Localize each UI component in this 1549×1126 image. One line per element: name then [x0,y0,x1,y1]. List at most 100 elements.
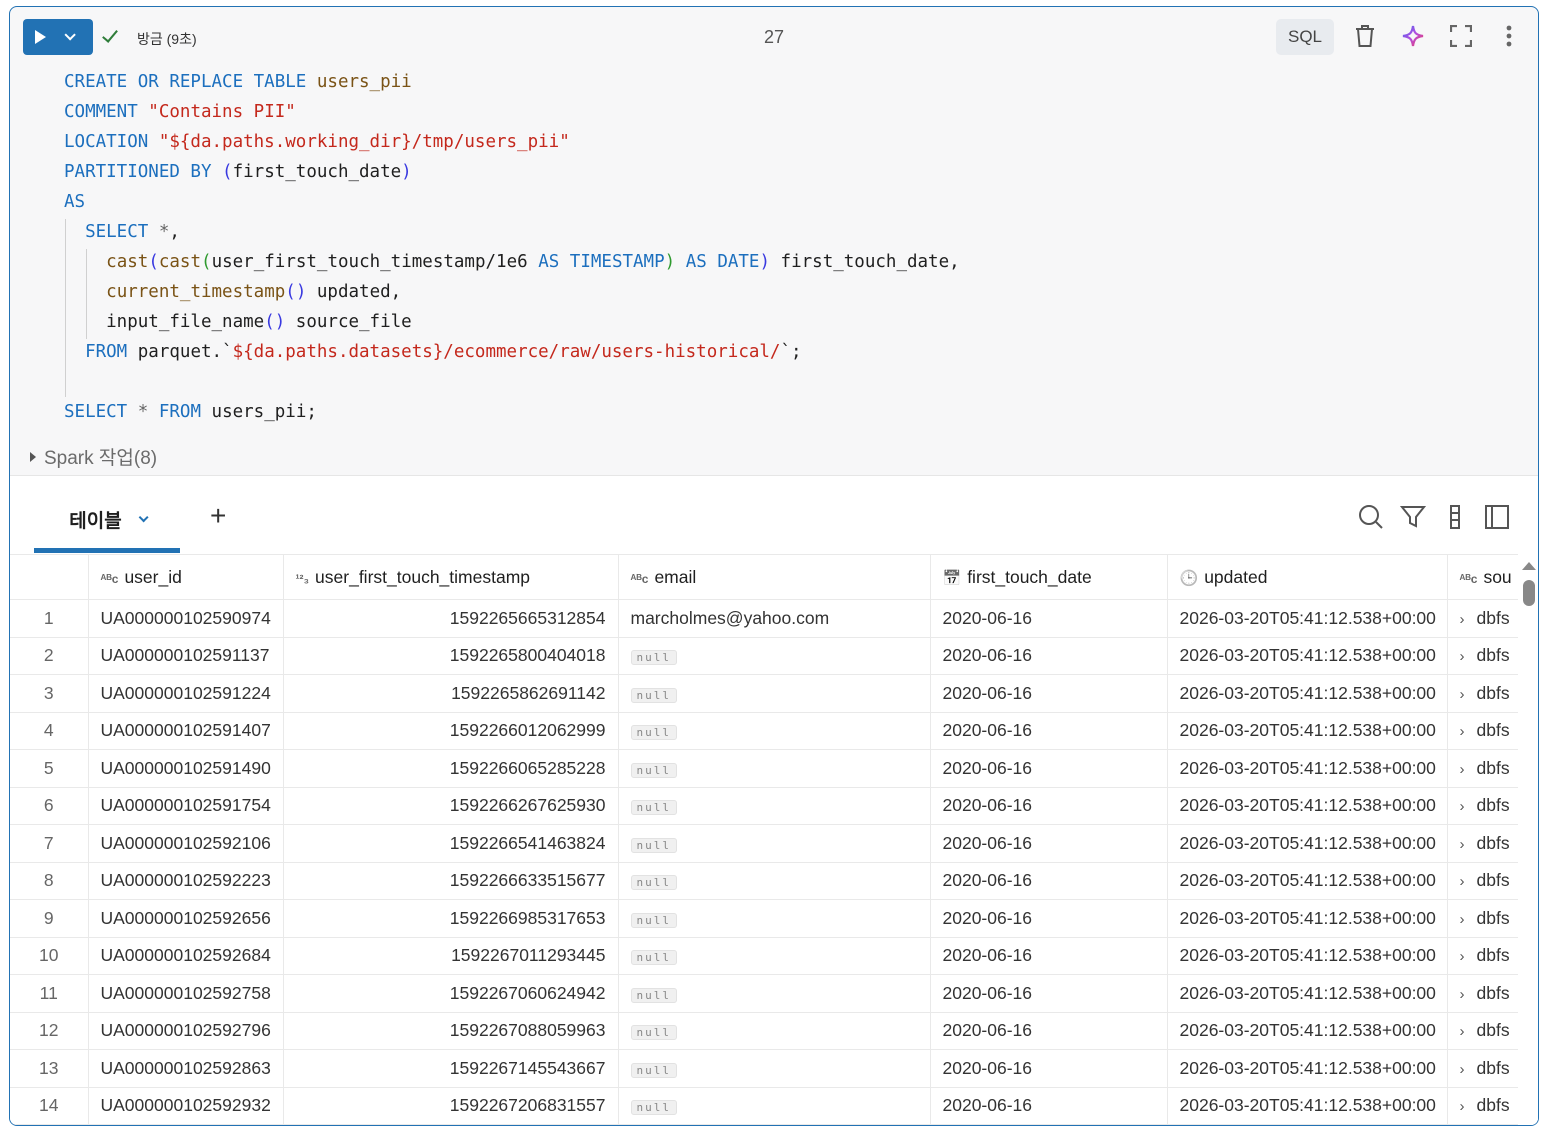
updated-cell[interactable]: 2026-03-20T05:41:12.538+00:00 [1167,899,1448,938]
first-touch-date-cell[interactable]: 2020-06-16 [930,599,1168,638]
expand-chevron-icon[interactable]: › [1460,1023,1465,1040]
chevron-down-icon[interactable] [138,511,149,522]
first-touch-date-cell[interactable]: 2020-06-16 [930,787,1168,825]
row-index[interactable]: 9 [10,899,89,938]
user-id-cell[interactable]: UA000000102591224 [88,674,284,713]
table-row[interactable]: 4 UA000000102591407 1592266012062999 null 20… [10,712,1521,750]
first-touch-date-cell[interactable]: 2020-06-16 [930,637,1168,675]
table-row[interactable]: 14 UA000000102592932 1592267206831557 null 2… [10,1087,1521,1125]
updated-cell[interactable]: 2026-03-20T05:41:12.538+00:00 [1167,599,1448,638]
user-id-cell[interactable]: UA000000102591137 [88,637,284,675]
first-touch-date-cell[interactable]: 2020-06-16 [930,937,1168,975]
email-cell[interactable]: null [618,1012,931,1050]
table-row[interactable]: 3 UA000000102591224 1592265862691142 null 20… [10,674,1521,713]
table-row[interactable]: 12 UA000000102592796 1592267088059963 null 2… [10,1012,1521,1050]
table-row[interactable]: 5 UA000000102591490 1592266065285228 null 20… [10,749,1521,788]
updated-cell[interactable]: 2026-03-20T05:41:12.538+00:00 [1167,674,1448,713]
email-cell[interactable]: null [618,899,931,938]
row-index[interactable]: 6 [10,787,89,825]
spark-jobs-toggle[interactable]: Spark 작업(8) [30,443,157,470]
source-file-cell[interactable]: › dbfs [1447,1012,1521,1050]
filter-icon[interactable] [1400,504,1426,530]
first-touch-date-cell[interactable]: 2020-06-16 [930,824,1168,863]
source-file-cell[interactable]: › dbfs [1447,937,1521,975]
column-header-user_id[interactable]: ᴬᴮc user_id [88,554,284,600]
table-row[interactable]: 2 UA000000102591137 1592265800404018 null 20… [10,637,1521,675]
updated-cell[interactable]: 2026-03-20T05:41:12.538+00:00 [1167,712,1448,750]
source-file-cell[interactable]: › dbfs [1447,712,1521,750]
email-cell[interactable]: null [618,824,931,863]
email-cell[interactable]: null [618,749,931,788]
expand-chevron-icon[interactable]: › [1460,761,1465,778]
chevron-down-icon[interactable] [64,29,76,41]
column-header-email[interactable]: ᴬᴮc email [618,554,931,600]
updated-cell[interactable]: 2026-03-20T05:41:12.538+00:00 [1167,1012,1448,1050]
updated-cell[interactable]: 2026-03-20T05:41:12.538+00:00 [1167,974,1448,1013]
user-id-cell[interactable]: UA000000102592932 [88,1087,284,1125]
scroll-up-icon[interactable] [1522,562,1536,570]
expand-chevron-icon[interactable]: › [1460,611,1465,628]
expand-chevron-icon[interactable]: › [1460,798,1465,815]
expand-chevron-icon[interactable]: › [1460,873,1465,890]
source-file-cell[interactable]: › dbfs [1447,862,1521,900]
trash-icon[interactable] [1352,23,1378,49]
updated-cell[interactable]: 2026-03-20T05:41:12.538+00:00 [1167,1049,1448,1088]
source-file-cell[interactable]: › dbfs [1447,899,1521,938]
timestamp-cell[interactable]: 1592265665312854 [283,599,619,638]
source-file-cell[interactable]: › dbfs [1447,674,1521,713]
more-options-icon[interactable] [1496,23,1522,49]
user-id-cell[interactable]: UA000000102592684 [88,937,284,975]
expand-chevron-icon[interactable]: › [1460,686,1465,703]
table-row[interactable]: 6 UA000000102591754 1592266267625930 null 20… [10,787,1521,825]
tab-table[interactable]: 테이블 [34,486,180,552]
columns-icon[interactable] [1442,504,1468,530]
email-cell[interactable]: null [618,862,931,900]
row-index[interactable]: 3 [10,674,89,713]
user-id-cell[interactable]: UA000000102592656 [88,899,284,938]
column-header-updated[interactable]: 🕒 updated [1167,554,1448,600]
timestamp-cell[interactable]: 1592267088059963 [283,1012,619,1050]
fullscreen-icon[interactable] [1448,23,1474,49]
expand-chevron-icon[interactable]: › [1460,1098,1465,1115]
email-cell[interactable]: marcholmes@yahoo.com [618,599,931,638]
row-index[interactable]: 1 [10,599,89,638]
timestamp-cell[interactable]: 1592266985317653 [283,899,619,938]
source-file-cell[interactable]: › dbfs [1447,787,1521,825]
updated-cell[interactable]: 2026-03-20T05:41:12.538+00:00 [1167,787,1448,825]
user-id-cell[interactable]: UA000000102590974 [88,599,284,638]
row-index[interactable]: 7 [10,824,89,863]
email-cell[interactable]: null [618,787,931,825]
expand-chevron-icon[interactable]: › [1460,723,1465,740]
row-index[interactable]: 5 [10,749,89,788]
language-selector[interactable]: SQL [1276,19,1334,55]
table-row[interactable]: 9 UA000000102592656 1592266985317653 null 20… [10,899,1521,938]
first-touch-date-cell[interactable]: 2020-06-16 [930,674,1168,713]
first-touch-date-cell[interactable]: 2020-06-16 [930,899,1168,938]
table-row[interactable]: 10 UA000000102592684 1592267011293445 null 2… [10,937,1521,975]
timestamp-cell[interactable]: 1592267011293445 [283,937,619,975]
expand-chevron-icon[interactable]: › [1460,948,1465,965]
first-touch-date-cell[interactable]: 2020-06-16 [930,749,1168,788]
row-index[interactable]: 11 [10,974,89,1013]
updated-cell[interactable]: 2026-03-20T05:41:12.538+00:00 [1167,1087,1448,1125]
sidebar-panel-icon[interactable] [1484,504,1510,530]
code-editor[interactable]: CREATE OR REPLACE TABLE users_pii COMMENT… [64,67,960,427]
user-id-cell[interactable]: UA000000102591490 [88,749,284,788]
source-file-cell[interactable]: › dbfs [1447,974,1521,1013]
table-row[interactable]: 13 UA000000102592863 1592267145543667 null 2… [10,1049,1521,1088]
row-index[interactable]: 14 [10,1087,89,1125]
sparkle-assistant-icon[interactable] [1400,23,1426,49]
table-row[interactable]: 7 UA000000102592106 1592266541463824 null 20… [10,824,1521,863]
timestamp-cell[interactable]: 1592267145543667 [283,1049,619,1088]
source-file-cell[interactable]: › dbfs [1447,749,1521,788]
first-touch-date-cell[interactable]: 2020-06-16 [930,712,1168,750]
row-index[interactable]: 4 [10,712,89,750]
source-file-cell[interactable]: › dbfs [1447,1049,1521,1088]
timestamp-cell[interactable]: 1592265800404018 [283,637,619,675]
timestamp-cell[interactable]: 1592267060624942 [283,974,619,1013]
timestamp-cell[interactable]: 1592266012062999 [283,712,619,750]
updated-cell[interactable]: 2026-03-20T05:41:12.538+00:00 [1167,824,1448,863]
timestamp-cell[interactable]: 1592265862691142 [283,674,619,713]
row-index[interactable]: 13 [10,1049,89,1088]
vertical-scrollbar[interactable] [1518,554,1538,1125]
